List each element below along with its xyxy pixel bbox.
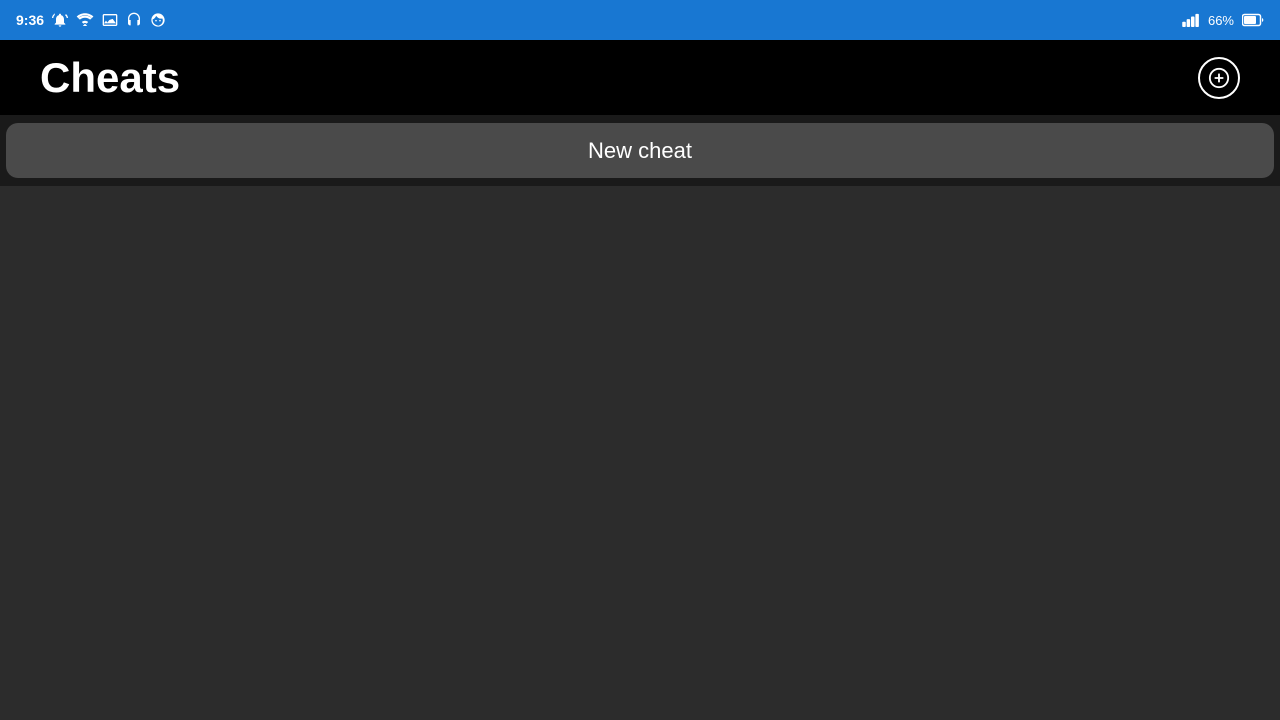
face-icon (150, 12, 166, 28)
new-cheat-button[interactable]: New cheat (6, 123, 1274, 178)
main-content (0, 186, 1280, 720)
status-bar-right: 66% (1182, 13, 1264, 28)
add-cheat-button[interactable] (1198, 57, 1240, 99)
signal-icon (1182, 13, 1200, 27)
status-bar: 9:36 (0, 0, 1280, 40)
gallery-icon (102, 12, 118, 28)
new-cheat-container: New cheat (0, 115, 1280, 186)
status-bar-left: 9:36 (16, 12, 166, 28)
plus-circle-icon (1208, 67, 1230, 89)
headset-icon (126, 12, 142, 28)
wifi-icon (76, 13, 94, 27)
alarm-icon (52, 12, 68, 28)
battery-percent: 66% (1208, 13, 1234, 28)
battery-icon (1242, 13, 1264, 27)
status-time: 9:36 (16, 12, 44, 28)
new-cheat-label: New cheat (588, 138, 692, 164)
header: Cheats (0, 40, 1280, 115)
page-title: Cheats (40, 54, 180, 102)
